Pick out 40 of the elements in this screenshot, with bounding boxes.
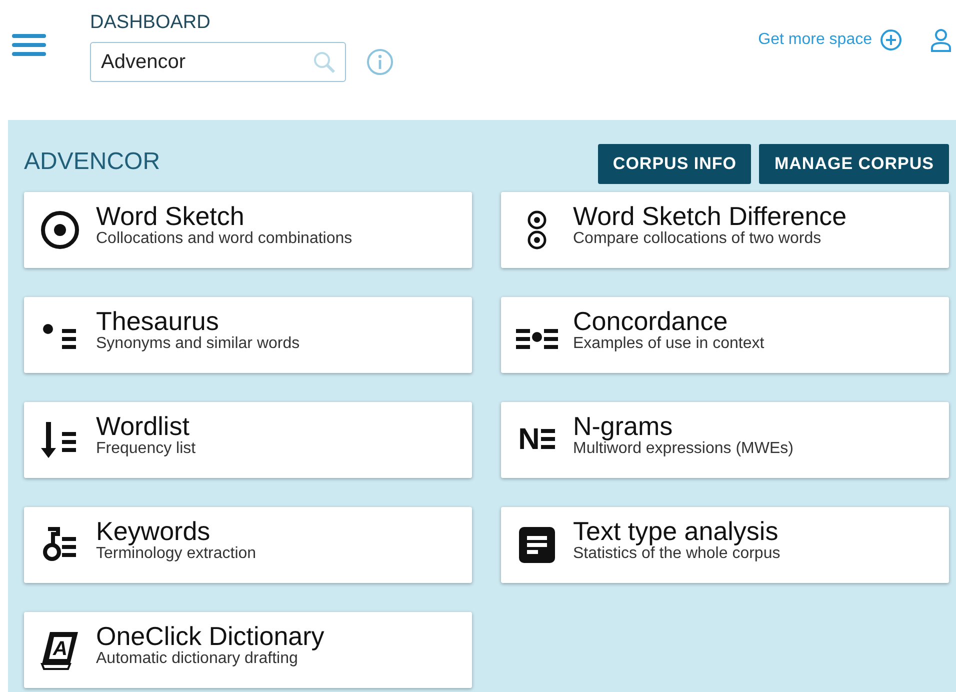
tool-description: Multiword expressions (MWEs) xyxy=(573,440,794,458)
tool-title: Thesaurus xyxy=(96,307,220,335)
tool-title: Text type analysis xyxy=(573,517,780,545)
tool-card[interactable]: Word Sketch Collocations and word combinations xyxy=(24,192,472,268)
tool-description: Compare collocations of two words xyxy=(573,230,822,248)
tool-card[interactable]: Word Sketch Difference Compare collocations of two words xyxy=(501,192,949,268)
menu-icon[interactable] xyxy=(12,32,46,58)
document-icon xyxy=(518,526,556,564)
tool-description: Examples of use in context xyxy=(573,335,764,353)
tool-title: Wordlist xyxy=(96,412,190,440)
corpus-title: ADVENCOR xyxy=(24,148,160,176)
tool-card[interactable]: Keywords Terminology extraction xyxy=(24,507,472,583)
target-icon xyxy=(40,210,80,250)
page-title: DASHBOARD xyxy=(90,12,212,34)
plus-circle-icon[interactable] xyxy=(880,29,902,51)
tool-title: OneClick Dictionary xyxy=(96,622,324,650)
tool-card[interactable]: Text type analysis Statistics of the whole corpus xyxy=(501,507,949,583)
tool-title: Word Sketch xyxy=(96,202,246,230)
tool-description: Terminology extraction xyxy=(96,545,256,563)
tool-description: Synonyms and similar words xyxy=(96,335,300,353)
tool-description: Automatic dictionary drafting xyxy=(96,650,298,668)
tool-card[interactable]: Thesaurus Synonyms and similar words xyxy=(24,297,472,373)
tool-card[interactable]: A OneClick Dictionary Automatic dictionary drafting xyxy=(24,612,472,688)
tool-description: Collocations and word combinations xyxy=(96,230,352,248)
tool-title: Concordance xyxy=(573,307,729,335)
n-letter-icon: N xyxy=(518,425,540,455)
tool-description: Frequency list xyxy=(96,440,196,458)
tool-card[interactable]: N N-grams Multiword expressions (MWEs) xyxy=(501,402,949,478)
manage-corpus-button[interactable]: MANAGE CORPUS xyxy=(759,144,949,184)
corpus-info-button[interactable]: CORPUS INFO xyxy=(598,144,752,184)
tool-title: N-grams xyxy=(573,412,674,440)
tool-title: Word Sketch Difference xyxy=(573,202,847,230)
info-icon[interactable] xyxy=(366,48,394,76)
double-target-icon xyxy=(526,210,548,250)
user-icon[interactable] xyxy=(930,28,952,52)
tool-card[interactable]: Concordance Examples of use in context xyxy=(501,297,949,373)
tool-description: Statistics of the whole corpus xyxy=(573,545,780,563)
tool-title: Keywords xyxy=(96,517,212,545)
search-field[interactable]: Advencor xyxy=(90,42,346,82)
tool-card[interactable]: Wordlist Frequency list xyxy=(24,402,472,478)
